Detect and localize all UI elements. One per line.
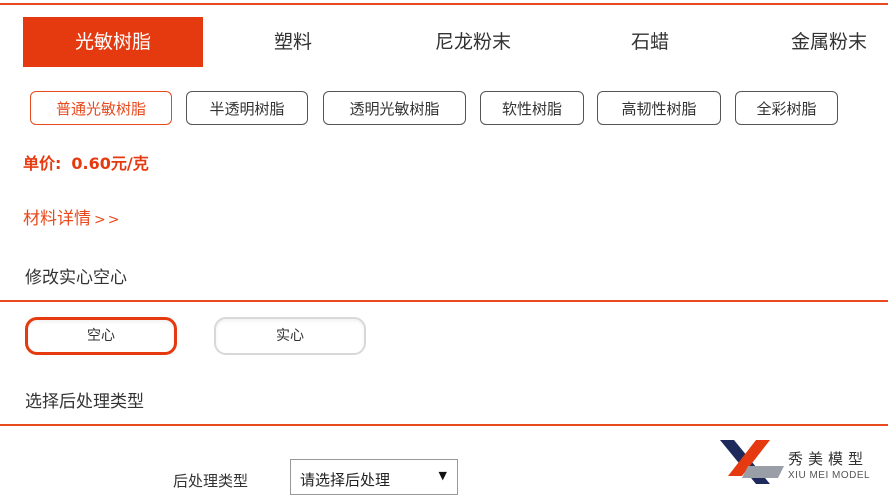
details-arrow-icon: >> [94, 212, 122, 228]
resin-option-soft[interactable]: 软性树脂 [480, 91, 584, 125]
resin-option-standard[interactable]: 普通光敏树脂 [30, 91, 172, 125]
tab-nylon-powder[interactable]: 尼龙粉末 [413, 17, 533, 67]
tab-metal-powder[interactable]: 金属粉末 [773, 17, 885, 67]
details-link-label: 材料详情 [23, 209, 91, 229]
resin-type-options: 普通光敏树脂 半透明树脂 透明光敏树脂 软性树脂 高韧性树脂 全彩树脂 [0, 91, 888, 128]
fill-section-title: 修改实心空心 [25, 268, 127, 288]
post-process-label: 后处理类型 [173, 472, 249, 490]
logo-mark-icon [720, 440, 784, 484]
tab-photosensitive-resin[interactable]: 光敏树脂 [23, 17, 203, 67]
price-value: 0.60元/克 [71, 154, 149, 173]
tab-paraffin[interactable]: 石蜡 [610, 17, 690, 67]
logo-name-cn: 秀美模型 [788, 450, 869, 468]
solid-button[interactable]: 实心 [214, 317, 366, 355]
material-details-link[interactable]: 材料详情 >> [23, 204, 121, 229]
resin-option-transparent[interactable]: 透明光敏树脂 [323, 91, 466, 125]
logo-name-en: XIU MEI MODEL [788, 470, 871, 481]
section-divider [0, 300, 888, 302]
resin-option-high-toughness[interactable]: 高韧性树脂 [597, 91, 721, 125]
post-process-select[interactable]: 请选择后处理 ▼ [290, 459, 458, 495]
post-process-selected-value: 请选择后处理 [300, 471, 391, 489]
section-divider [0, 424, 888, 426]
price-label: 单价: [23, 154, 62, 173]
dropdown-arrow-icon: ▼ [438, 469, 447, 482]
resin-option-translucent[interactable]: 半透明树脂 [186, 91, 308, 125]
post-process-section-title: 选择后处理类型 [25, 392, 144, 412]
tab-plastic[interactable]: 塑料 [248, 17, 338, 67]
unit-price: 单价: 0.60元/克 [23, 150, 149, 174]
top-accent-line [0, 3, 888, 5]
hollow-button[interactable]: 空心 [25, 317, 177, 355]
brand-logo: 秀美模型 XIU MEI MODEL [718, 436, 888, 492]
material-category-tabs: 光敏树脂 塑料 尼龙粉末 石蜡 金属粉末 [0, 17, 888, 67]
resin-option-full-color[interactable]: 全彩树脂 [735, 91, 838, 125]
